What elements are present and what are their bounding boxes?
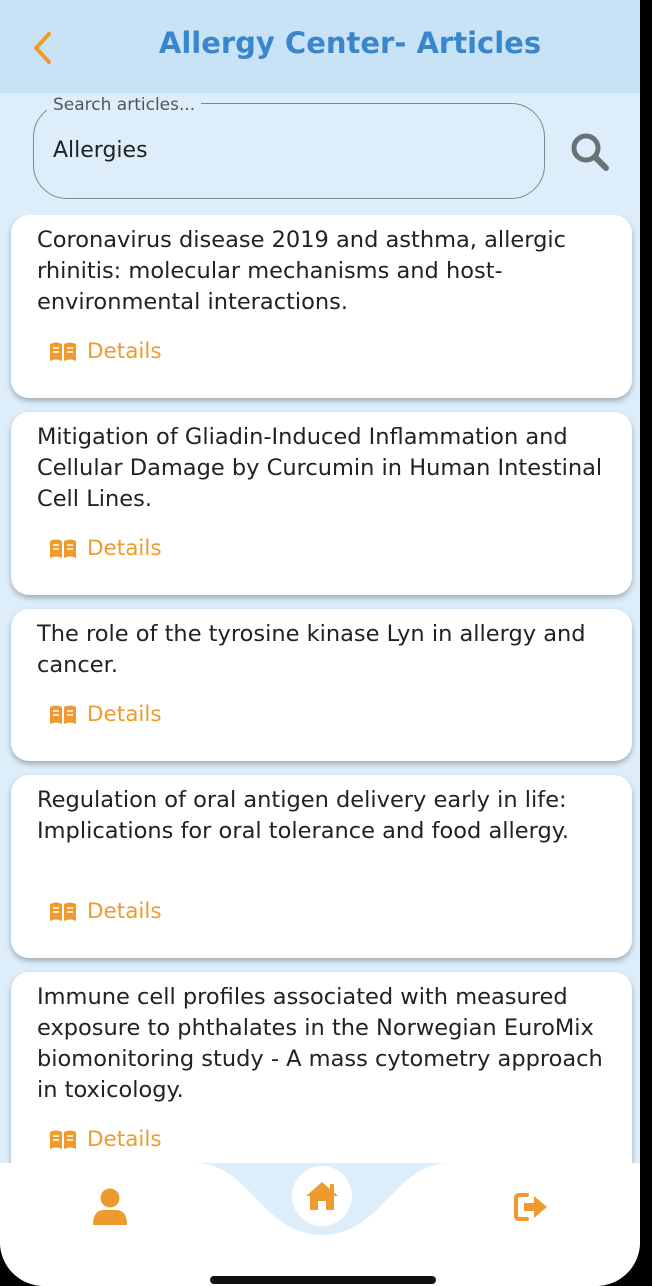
details-button[interactable]: Details [49,899,162,924]
search-input[interactable] [51,131,525,169]
details-label: Details [87,339,162,364]
article-list: Coronavirus disease 2019 and asthma, all… [0,215,640,1163]
search-button[interactable] [566,128,614,176]
article-title: The role of the tyrosine kinase Lyn in a… [37,621,586,678]
logout-icon [514,1193,547,1221]
back-button[interactable] [24,24,60,72]
open-book-icon [50,539,76,558]
profile-button[interactable] [88,1183,132,1231]
search-icon [571,133,609,171]
open-book-icon [50,705,76,724]
search-field[interactable]: Search articles... [33,95,545,199]
page-title: Allergy Center- Articles [158,26,542,60]
home-button[interactable] [292,1166,352,1226]
user-icon [93,1188,127,1225]
open-book-icon [50,1130,76,1149]
article-card[interactable]: Immune cell profiles associated with mea… [11,972,632,1163]
article-title: Mitigation of Gliadin-Induced Inflammati… [37,424,603,512]
details-button[interactable]: Details [49,1127,162,1152]
app-header: Allergy Center- Articles [0,0,640,93]
details-label: Details [87,536,162,561]
details-button[interactable]: Details [49,339,162,364]
home-indicator [210,1276,436,1284]
article-card[interactable]: The role of the tyrosine kinase Lyn in a… [11,609,632,761]
article-title: Coronavirus disease 2019 and asthma, all… [37,227,566,315]
home-icon [306,1182,338,1210]
details-button[interactable]: Details [49,536,162,561]
details-label: Details [87,899,162,924]
open-book-icon [50,902,76,921]
article-title: Immune cell profiles associated with mea… [37,984,603,1103]
article-card[interactable]: Mitigation of Gliadin-Induced Inflammati… [11,412,632,595]
chevron-left-icon [34,32,51,64]
article-card[interactable]: Coronavirus disease 2019 and asthma, all… [11,215,632,398]
article-card[interactable]: Regulation of oral antigen delivery earl… [11,775,632,958]
open-book-icon [50,342,76,361]
details-button[interactable]: Details [49,702,162,727]
details-label: Details [87,702,162,727]
article-title: Regulation of oral antigen delivery earl… [37,787,570,844]
logout-button[interactable] [508,1185,556,1229]
search-label: Search articles... [47,95,202,115]
app-screen: Allergy Center- Articles Search articles… [0,0,640,1286]
details-label: Details [87,1127,162,1152]
